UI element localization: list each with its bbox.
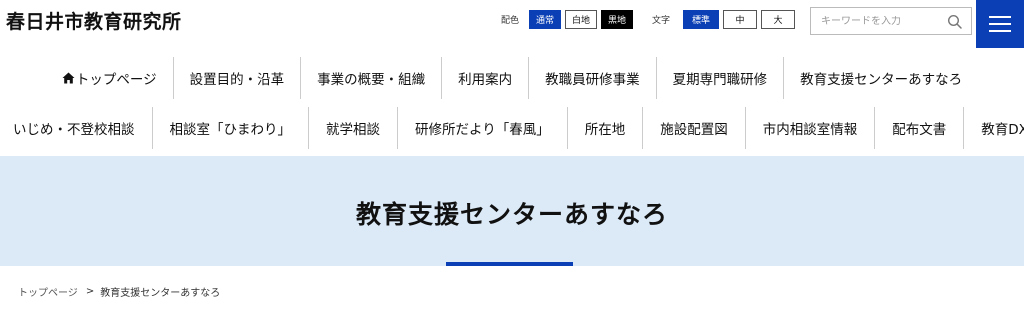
color-normal-button[interactable]: 通常 [529,10,562,29]
nav-item-business-overview[interactable]: 事業の概要・組織 [300,57,441,99]
nav-item-asunaro-center[interactable]: 教育支援センターあすなろ [783,57,978,99]
nav-item-summer-training[interactable]: 夏期専門職研修 [655,57,784,99]
nav-item-top-page[interactable]: トップページ [46,57,173,99]
text-size-medium-button[interactable]: 中 [723,10,758,29]
nav-item-location[interactable]: 所在地 [566,107,643,149]
search-input[interactable] [821,15,939,27]
global-nav-secondary: いじめ・不登校相談 相談室「ひまわり」 就学相談 研修所だより「春風」 所在地 … [0,107,1024,149]
breadcrumb: トップページ > 教育支援センターあすなろ [18,284,220,299]
breadcrumb-current: 教育支援センターあすなろ [100,288,221,299]
nav-item-usage-guide[interactable]: 利用案内 [441,57,528,99]
text-size-standard-button[interactable]: 標準 [683,10,720,29]
site-title[interactable]: 春日井市教育研究所 [6,7,182,34]
text-size-large-button[interactable]: 大 [761,10,796,29]
global-nav-primary: トップページ 設置目的・沿革 事業の概要・組織 利用案内 教職員研修事業 夏期専… [0,57,1024,99]
color-white-button[interactable]: 白地 [565,10,598,29]
nav-item-school-consultation[interactable]: 就学相談 [308,107,397,149]
breadcrumb-home-link[interactable]: トップページ [18,284,78,299]
title-underline-bar [446,262,573,266]
color-scheme-selector: 配色 通常 白地 黒地 [501,10,637,29]
page-title-banner: 教育支援センターあすなろ [0,156,1024,266]
nav-item-education-dx[interactable]: 教育DX [963,107,1024,149]
nav-item-documents[interactable]: 配布文書 [874,107,963,149]
color-scheme-label: 配色 [501,16,520,26]
page-title: 教育支援センターあすなろ [355,200,668,229]
nav-item-facility-map[interactable]: 施設配置図 [642,107,745,149]
nav-item-himawari[interactable]: 相談室「ひまわり」 [151,107,309,149]
nav-item-bullying-consultation[interactable]: いじめ・不登校相談 [0,107,152,149]
text-size-selector: 文字 標準 中 大 [652,10,799,29]
nav-item-label: トップページ [75,72,157,88]
nav-item-shunpu-newsletter[interactable]: 研修所だより「春風」 [397,107,567,149]
nav-item-purpose-history[interactable]: 設置目的・沿革 [172,57,301,99]
nav-item-teacher-training[interactable]: 教職員研修事業 [528,57,656,99]
breadcrumb-separator: > [85,286,95,297]
hamburger-menu-icon[interactable] [976,0,1024,48]
search-box [810,7,972,35]
home-icon [62,72,75,84]
text-size-label: 文字 [652,16,671,26]
search-icon[interactable] [947,14,963,30]
color-black-button[interactable]: 黒地 [601,10,634,29]
nav-item-city-consultation-info[interactable]: 市内相談室情報 [744,107,875,149]
